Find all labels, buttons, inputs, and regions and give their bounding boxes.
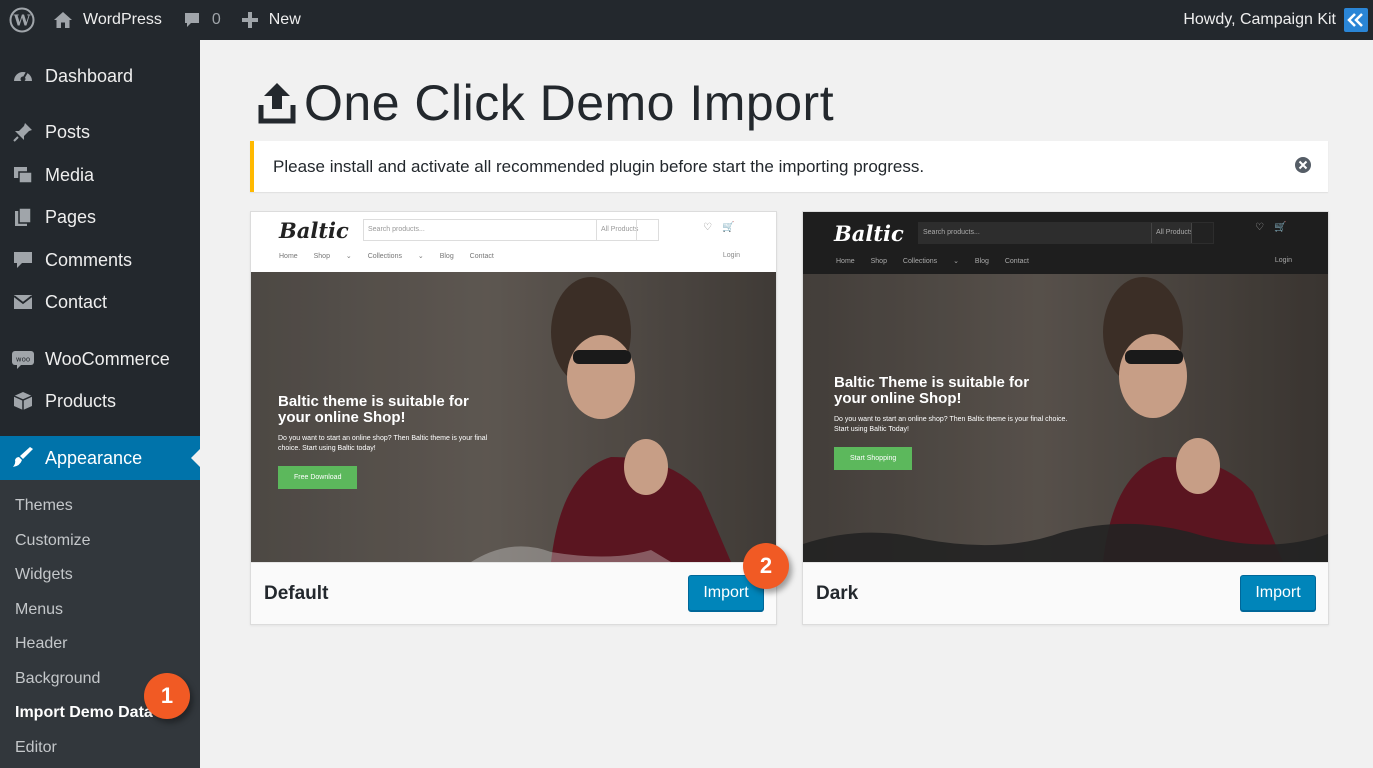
preview-hero-text: Baltic Theme is suitable for your online… (834, 375, 1069, 470)
submenu-item-header[interactable]: Header (15, 635, 67, 653)
svg-text:woo: woo (15, 356, 29, 364)
preview-heart-cart-icons: ♡🛒 (703, 222, 745, 233)
sidebar-item-pages[interactable]: Pages (0, 205, 200, 229)
submenu-item-customize[interactable]: Customize (15, 532, 91, 550)
preview-heart-cart-icons: ♡🛒 (1255, 222, 1297, 233)
sidebar-item-label: Posts (45, 121, 91, 142)
woo-icon: woo (0, 348, 45, 370)
sidebar-item-label: WooCommerce (45, 348, 170, 369)
import-button-dark[interactable]: Import (1240, 575, 1316, 611)
sidebar-item-contact[interactable]: Contact (0, 290, 200, 314)
home-icon (54, 12, 72, 28)
comment-icon (0, 249, 45, 271)
sidebar-item-dashboard[interactable]: Dashboard (0, 64, 200, 88)
admin-bar: W WordPress 0 New Howdy, Campaign Kit (0, 0, 1373, 40)
comment-bubble-icon (184, 13, 199, 27)
comments-count: 0 (211, 11, 221, 28)
demo-card-dark: Baltic Search products... All Products ♡… (802, 211, 1329, 625)
preview-login: Login (722, 252, 740, 259)
media-icon (0, 164, 45, 186)
site-name-label: WordPress (83, 11, 162, 28)
submenu-item-import-demo-data[interactable]: Import Demo Data (15, 704, 153, 722)
account-menu[interactable]: Howdy, Campaign Kit (1173, 0, 1373, 40)
preview-cta: Start Shopping (834, 447, 913, 470)
pin-icon (0, 121, 45, 143)
appearance-submenu: Themes Customize Widgets Menus Header Ba… (0, 480, 200, 768)
submenu-item-editor[interactable]: Editor (15, 739, 57, 757)
preview-heading: Baltic theme is suitable for your online… (278, 393, 469, 426)
preview-logo: Baltic (834, 221, 904, 246)
submenu-item-menus[interactable]: Menus (15, 601, 63, 619)
avatar (1344, 8, 1368, 32)
preview-header: Baltic Search products... All Products ♡… (803, 212, 1328, 274)
step-badge-1: 1 (144, 673, 190, 719)
preview-nav: Home Shop ⌄ Collections ⌄ Blog Contact (279, 253, 494, 260)
sidebar-item-label: Comments (45, 249, 133, 270)
site-name-link[interactable]: WordPress (43, 0, 172, 40)
sidebar-item-label: Appearance (45, 447, 143, 468)
warning-notice: Please install and activate all recommen… (250, 141, 1328, 192)
preview-search-button (636, 220, 658, 240)
mail-icon (0, 291, 45, 313)
sidebar-item-label: Contact (45, 291, 108, 312)
preview-hero-text: Baltic theme is suitable for your online… (278, 394, 508, 489)
sidebar-item-comments[interactable]: Comments (0, 248, 200, 272)
preview-cta: Free Download (278, 466, 358, 489)
page-heading: One Click Demo Import (258, 74, 834, 132)
demo-preview-default[interactable]: Baltic Search products... All Products ♡… (251, 212, 776, 562)
preview-logo: Baltic (279, 218, 349, 243)
svg-text:W: W (13, 12, 32, 30)
notice-text: Please install and activate all recommen… (273, 156, 925, 176)
dashboard-icon (0, 65, 45, 87)
box-icon (0, 390, 45, 412)
demo-card-footer: Default Import (251, 562, 776, 624)
preview-search: Search products... All Products (363, 219, 659, 241)
preview-heading: Baltic Theme is suitable for your online… (834, 374, 1030, 407)
pages-icon (0, 206, 45, 228)
paintbrush-icon (0, 447, 45, 469)
step-badge-2: 2 (743, 543, 789, 589)
preview-text: Do you want to start an online shop? The… (834, 416, 1068, 433)
preview-search-button (1191, 223, 1213, 243)
submenu-item-themes[interactable]: Themes (15, 497, 73, 515)
demo-name: Default (264, 583, 329, 604)
upload-icon (258, 83, 296, 124)
preview-header: Baltic Search products... All Products ♡… (251, 212, 776, 272)
wordpress-logo-button[interactable]: W (0, 0, 43, 40)
sidebar-item-label: Products (45, 390, 117, 411)
admin-sidebar: Dashboard Posts Media Pages Comments Con… (0, 40, 200, 768)
demo-preview-dark[interactable]: Baltic Search products... All Products ♡… (803, 212, 1328, 562)
new-content-link[interactable]: New (231, 0, 311, 40)
demo-card-default: Baltic Search products... All Products ♡… (250, 211, 777, 625)
demo-card-footer: Dark Import (803, 562, 1328, 624)
preview-search-placeholder: Search products... (368, 226, 425, 233)
sidebar-item-products[interactable]: Products (0, 389, 200, 413)
sidebar-item-label: Dashboard (45, 65, 134, 86)
comments-link[interactable]: 0 (172, 0, 231, 40)
page-title: One Click Demo Import (304, 75, 835, 131)
new-label: New (268, 11, 301, 28)
sidebar-item-woocommerce[interactable]: woo WooCommerce (0, 347, 200, 371)
double-chevron-left-icon (1347, 13, 1363, 27)
demo-name: Dark (816, 583, 859, 604)
preview-search: Search products... All Products (918, 222, 1214, 244)
submenu-item-widgets[interactable]: Widgets (15, 566, 73, 584)
wordpress-logo-icon: W (9, 7, 35, 33)
preview-text: Do you want to start an online shop? The… (278, 435, 488, 452)
submenu-item-background[interactable]: Background (15, 670, 100, 688)
howdy-label: Howdy, Campaign Kit (1183, 11, 1336, 28)
dismiss-icon[interactable] (1294, 156, 1312, 174)
preview-search-placeholder: Search products... (923, 229, 980, 236)
sidebar-item-label: Media (45, 164, 95, 185)
plus-icon (241, 12, 258, 28)
sidebar-item-media[interactable]: Media (0, 163, 200, 187)
preview-hero: Baltic theme is suitable for your online… (251, 272, 776, 562)
preview-login: Login (1274, 257, 1292, 264)
sidebar-item-posts[interactable]: Posts (0, 120, 200, 144)
sidebar-item-appearance[interactable]: Appearance (0, 436, 200, 480)
sidebar-item-label: Pages (45, 206, 97, 227)
preview-hero: Baltic Theme is suitable for your online… (803, 274, 1328, 562)
preview-nav: Home Shop Collections ⌄ Blog Contact (836, 258, 1029, 265)
